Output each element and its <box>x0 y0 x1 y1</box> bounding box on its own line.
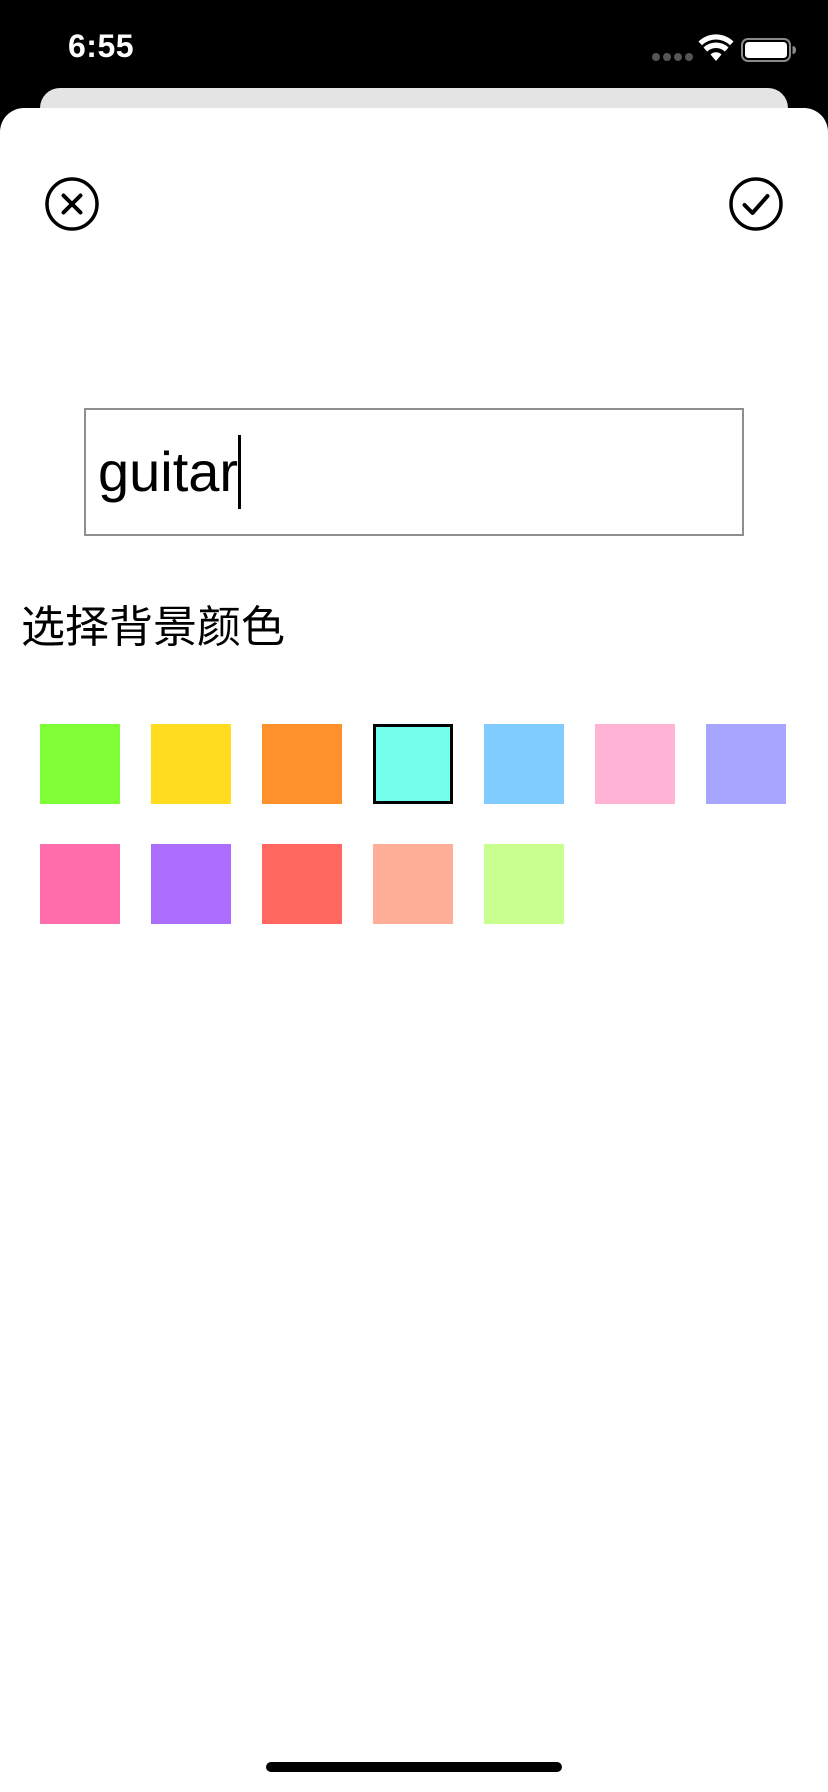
modal-sheet <box>0 108 828 1792</box>
name-input-value: guitar <box>98 440 239 503</box>
color-swatch[interactable] <box>40 724 120 804</box>
battery-icon <box>741 38 796 62</box>
color-swatch[interactable] <box>706 724 786 804</box>
color-swatch[interactable] <box>595 724 675 804</box>
status-time: 6:55 <box>68 28 135 64</box>
home-indicator <box>266 1762 562 1772</box>
confirm-button[interactable] <box>728 176 784 232</box>
text-caret <box>238 435 242 509</box>
color-swatch[interactable] <box>373 724 453 804</box>
close-circle-icon <box>45 177 99 231</box>
color-swatch[interactable] <box>484 724 564 804</box>
cellular-signal-icon <box>652 53 693 61</box>
color-swatch[interactable] <box>373 844 453 924</box>
color-swatch[interactable] <box>262 844 342 924</box>
close-button[interactable] <box>44 176 100 232</box>
color-swatch[interactable] <box>40 844 120 924</box>
status-bar: 6:55 <box>0 0 828 100</box>
color-swatch-grid <box>40 724 800 924</box>
checkmark-circle-icon <box>729 177 783 231</box>
color-swatch[interactable] <box>484 844 564 924</box>
color-swatch[interactable] <box>151 844 231 924</box>
name-input[interactable]: guitar <box>84 408 744 536</box>
background-color-label: 选择背景颜色 <box>21 602 285 653</box>
color-swatch[interactable] <box>262 724 342 804</box>
color-swatch[interactable] <box>151 724 231 804</box>
wifi-icon <box>698 34 734 61</box>
